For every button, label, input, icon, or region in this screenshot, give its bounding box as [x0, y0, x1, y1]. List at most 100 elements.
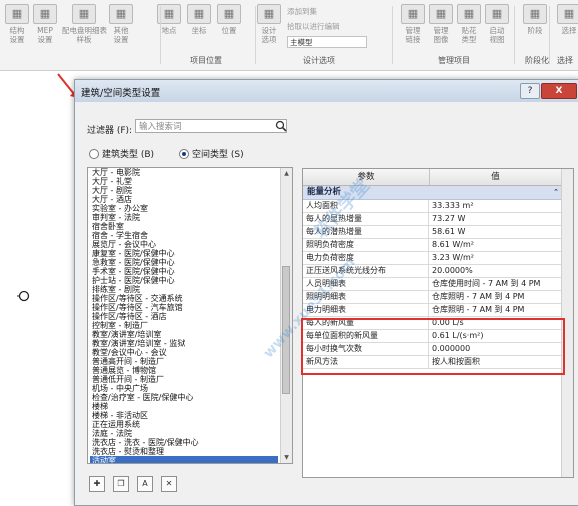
- space-type-item[interactable]: 操作区/等待区 - 酒店: [90, 312, 278, 321]
- ribbon-tool[interactable]: ▦ 贴花 类型: [456, 4, 482, 44]
- space-type-item[interactable]: 宿舍 - 学生宿舍: [90, 231, 278, 240]
- space-type-item[interactable]: 护士站 - 医院/保健中心: [90, 276, 278, 285]
- duplicate-icon[interactable]: ❐: [113, 476, 129, 492]
- param-row[interactable]: 照明明细表 仓库照明 - 7 AM 到 4 PM: [303, 291, 573, 304]
- space-type-item[interactable]: 洗衣店 - 洗衣 - 医院/保健中心: [90, 438, 278, 447]
- param-value[interactable]: 33.333 m²: [429, 200, 560, 212]
- manage-links-icon: ▦: [401, 4, 425, 24]
- ribbon-tool-label: 结构 设置: [9, 26, 25, 44]
- param-name: 正压送风系统光线分布: [303, 265, 429, 277]
- ribbon-tool[interactable]: ▦ 结构 设置: [4, 4, 30, 44]
- space-type-item[interactable]: 展览厅 - 会议中心: [90, 240, 278, 249]
- space-type-item[interactable]: 大厅 - 礼堂: [90, 177, 278, 186]
- param-value[interactable]: 20.0000%: [429, 265, 560, 277]
- ribbon-tool-label: 贴花 类型: [461, 26, 477, 44]
- space-type-item[interactable]: 楼梯: [90, 402, 278, 411]
- space-type-item[interactable]: 法庭 - 法院: [90, 429, 278, 438]
- space-type-item[interactable]: 机场 - 中央广场: [90, 384, 278, 393]
- param-value[interactable]: 仓库使用时间 - 7 AM 到 4 PM: [429, 278, 560, 290]
- space-type-item[interactable]: 普通高开间 - 制造厂: [90, 357, 278, 366]
- ribbon-tool[interactable]: ▦ 坐标: [186, 4, 212, 35]
- space-type-item[interactable]: 大厅 - 剧院: [90, 186, 278, 195]
- ribbon-tool[interactable]: ▦ 配电盘明细表 样板: [62, 4, 107, 44]
- ribbon-separator: [514, 6, 515, 64]
- radio-dot: [89, 148, 99, 159]
- space-type-item[interactable]: 洗衣店 - 熨烫和整理: [90, 447, 278, 456]
- space-type-item[interactable]: 操作区/等待区 - 汽车旅馆: [90, 303, 278, 312]
- space-type-item[interactable]: 康复室 - 医院/保健中心: [90, 249, 278, 258]
- rename-icon[interactable]: A: [137, 476, 153, 492]
- collapse-icon[interactable]: ⌃: [553, 186, 559, 199]
- selection-icon: ▦: [557, 4, 578, 24]
- coordinates-icon: ▦: [187, 4, 211, 24]
- space-type-item[interactable]: 教堂/会议中心 - 会议: [90, 348, 278, 357]
- param-value[interactable]: 73.27 W: [429, 213, 560, 225]
- scroll-down-icon[interactable]: ▼: [281, 452, 292, 463]
- help-button[interactable]: ?: [520, 83, 540, 99]
- param-name: 电力负荷密度: [303, 252, 429, 264]
- search-input[interactable]: 输入搜索词: [135, 119, 287, 133]
- space-type-item[interactable]: 大厅 - 电影院: [90, 168, 278, 177]
- param-value[interactable]: 8.61 W/m²: [429, 239, 560, 251]
- ribbon-tool-label: 坐标: [191, 26, 207, 35]
- starting-view-icon: ▦: [485, 4, 509, 24]
- ribbon-tool[interactable]: ▦ 其他 设置: [108, 4, 134, 44]
- space-type-item[interactable]: 楼梯 - 非活动区: [90, 411, 278, 420]
- space-type-item[interactable]: 急救室 - 医院/保健中心: [90, 258, 278, 267]
- space-type-item[interactable]: 教室/演讲室/培训室 - 监狱: [90, 339, 278, 348]
- space-type-item[interactable]: 操作区/等待区 - 交通系统: [90, 294, 278, 303]
- wrench-icon: ▦: [109, 4, 133, 24]
- space-type-item[interactable]: 宿舍卧室: [90, 222, 278, 231]
- space-type-item[interactable]: 大厅 - 酒店: [90, 195, 278, 204]
- ribbon-tool[interactable]: ▦ 阶段: [522, 4, 548, 35]
- space-type-item[interactable]: 正在运用系统: [90, 420, 278, 429]
- param-value[interactable]: 仓库照明 - 7 AM 到 4 PM: [429, 291, 560, 303]
- ribbon-tool[interactable]: ▦ 管理 图像: [428, 4, 454, 44]
- design-options-icon: ▦: [257, 4, 281, 24]
- main-model-select[interactable]: 主模型: [287, 36, 367, 48]
- manage-images-icon: ▦: [429, 4, 453, 24]
- space-type-item[interactable]: 审判室 - 法院: [90, 213, 278, 222]
- ribbon-tool[interactable]: ▦ 启动 视图: [484, 4, 510, 44]
- space-type-item[interactable]: 教室/演讲室/培训室: [90, 330, 278, 339]
- new-type-icon[interactable]: ✚: [89, 476, 105, 492]
- search-icon[interactable]: [275, 120, 287, 132]
- close-button[interactable]: X: [541, 83, 577, 99]
- pick-to-edit-button[interactable]: 拾取以进行编辑: [287, 21, 340, 32]
- param-row[interactable]: 每人的潜热增量 58.61 W: [303, 226, 573, 239]
- param-row[interactable]: 电力明细表 仓库照明 - 7 AM 到 4 PM: [303, 304, 573, 317]
- param-value[interactable]: 58.61 W: [429, 226, 560, 238]
- space-type-item[interactable]: 普通低开间 - 制造厂: [90, 375, 278, 384]
- space-type-tree[interactable]: 大厅 - 电影院 大厅 - 礼堂 大厅 - 剧院 大厅 - 酒店 实验室 - 办公室 审判…: [87, 167, 293, 464]
- group-label-design-options: 设计选项: [303, 56, 335, 65]
- param-value[interactable]: 3.23 W/m²: [429, 252, 560, 264]
- grid-header: 参数 值: [303, 169, 573, 186]
- ribbon-tool[interactable]: ▦ 选择: [556, 4, 578, 35]
- space-type-item[interactable]: 手术室 - 医院/保健中心: [90, 267, 278, 276]
- param-value[interactable]: 仓库照明 - 7 AM 到 4 PM: [429, 304, 560, 316]
- space-type-item[interactable]: 检查/治疗室 - 医院/保健中心: [90, 393, 278, 402]
- building-space-type-dialog: 建筑/空间类型设置 ? X 过滤器 (F): 输入搜索词 建筑类型 (B) 空间…: [74, 79, 578, 506]
- group-label-phasing: 阶段化: [525, 56, 549, 65]
- building-type-radio[interactable]: 建筑类型 (B): [89, 147, 154, 160]
- scroll-up-icon[interactable]: ▲: [281, 168, 292, 179]
- ribbon-toolbar: ▦ 结构 设置 ▦ MEP 设置 ▦ 配电盘明细表 样板 ▦ 其他 设置 ▦ 地点 ▦ 坐标 ▦ 位置 ▦ 设…: [0, 0, 578, 71]
- group-label-project-location: 项目位置: [190, 56, 222, 65]
- ribbon-tool[interactable]: ▦ 设计 选项: [256, 4, 282, 44]
- ribbon-tool[interactable]: ▦ 位置: [216, 4, 242, 35]
- space-type-item[interactable]: 排练室 - 剧院: [90, 285, 278, 294]
- dialog-titlebar[interactable]: 建筑/空间类型设置 ? X: [75, 80, 578, 102]
- space-type-label: 空间类型 (S): [192, 150, 244, 160]
- space-type-item[interactable]: 实验室 - 办公室: [90, 204, 278, 213]
- ribbon-tool[interactable]: ▦ MEP 设置: [32, 4, 58, 44]
- delete-icon[interactable]: ✕: [161, 476, 177, 492]
- add-to-set-button[interactable]: 添加到集: [287, 6, 317, 17]
- param-row[interactable]: 照明负荷密度 8.61 W/m²: [303, 239, 573, 252]
- ribbon-tool[interactable]: ▦ 管理 链接: [400, 4, 426, 44]
- space-type-item[interactable]: 普通展览 - 博物馆: [90, 366, 278, 375]
- radio-dot-selected: [179, 148, 189, 159]
- space-type-item[interactable]: 控制室 - 制造厂: [90, 321, 278, 330]
- space-type-radio[interactable]: 空间类型 (S): [179, 147, 244, 160]
- space-type-item[interactable]: 活动室: [90, 456, 278, 463]
- ribbon-tool-label: MEP 设置: [37, 26, 53, 44]
